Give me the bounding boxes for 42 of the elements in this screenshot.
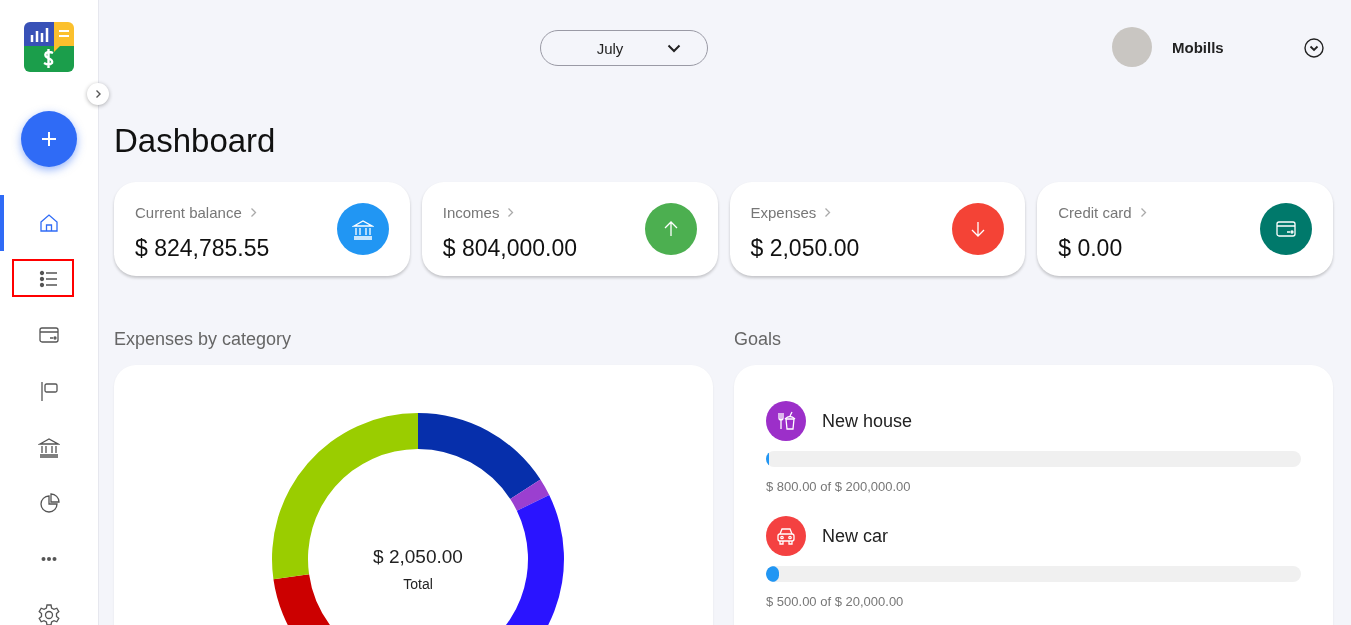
settings-icon <box>37 603 61 625</box>
user-menu-button[interactable] <box>1304 38 1324 58</box>
goal-progress-text: $ 500.00 of $ 20,000.00 <box>766 594 905 609</box>
list-icon <box>38 268 60 290</box>
home-icon <box>38 212 60 234</box>
app-logo <box>24 22 74 72</box>
card-value: $ 804,000.00 <box>442 235 578 262</box>
chevron-right-icon <box>93 89 103 99</box>
card-label[interactable]: Current balance <box>135 204 242 221</box>
chevron-right-icon <box>824 207 832 218</box>
bank-icon <box>351 218 374 240</box>
total-label: Total <box>403 576 433 592</box>
pie-chart-icon <box>38 492 60 514</box>
goal-progress-text: $ 800.00 of $ 200,000.00 <box>766 479 912 494</box>
chevron-right-icon <box>249 207 257 218</box>
chevron-right-icon <box>507 207 515 218</box>
card-label[interactable]: Expenses <box>750 204 817 221</box>
expand-sidebar-button[interactable] <box>87 83 109 105</box>
food-drink-icon <box>775 410 797 432</box>
chevron-right-icon <box>1139 207 1147 218</box>
section-title: Goals <box>734 329 783 351</box>
add-button[interactable] <box>21 111 77 167</box>
chevron-down-icon <box>667 43 682 53</box>
card-label[interactable]: Credit card <box>1058 204 1132 221</box>
chevron-down-circle-icon <box>1304 38 1324 58</box>
goal-name[interactable]: New car <box>822 525 888 547</box>
section-title: Expenses by category <box>114 329 293 351</box>
card-value: $ 0.00 <box>1058 235 1124 262</box>
user-name: Mobills <box>1172 38 1224 56</box>
flag-icon <box>38 380 60 402</box>
card-value: $ 824,785.55 <box>135 235 270 262</box>
total-amount: $ 2,050.00 <box>373 546 463 568</box>
car-icon <box>775 525 797 547</box>
more-icon <box>41 556 57 562</box>
bank-icon <box>38 436 60 458</box>
card-label[interactable]: Incomes <box>442 204 500 221</box>
plus-icon <box>40 130 58 148</box>
page-title: Dashboard <box>114 122 277 160</box>
goal-name[interactable]: New house <box>822 410 913 432</box>
credit-card-icon <box>1275 218 1297 240</box>
card-value: $ 2,050.00 <box>750 235 860 262</box>
credit-card-icon <box>38 324 60 346</box>
